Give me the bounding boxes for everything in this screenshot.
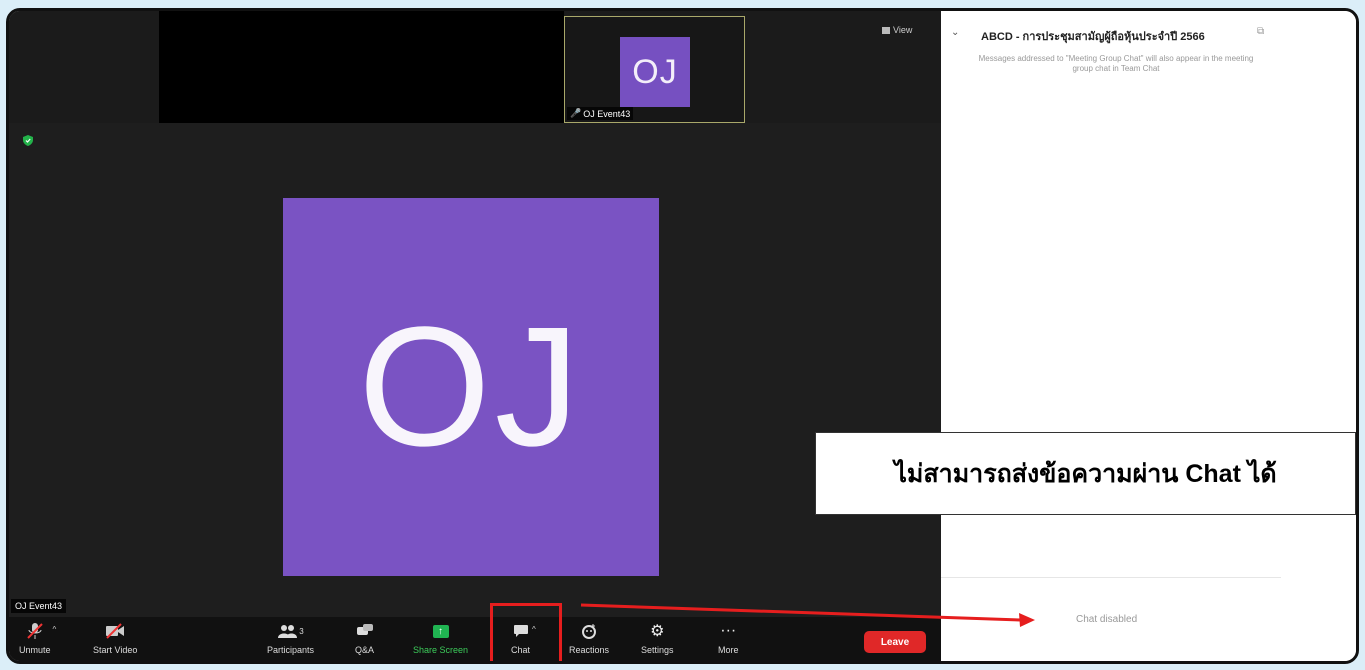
share-screen-label: Share Screen	[413, 645, 469, 655]
unmute-label: Unmute	[19, 645, 51, 655]
more-label: More	[718, 645, 739, 655]
start-video-button[interactable]: Start Video	[93, 621, 137, 655]
collapse-chevron-icon[interactable]: ⌄	[951, 27, 959, 38]
qa-label: Q&A	[355, 645, 375, 655]
share-screen-button[interactable]: ↑ Share Screen	[413, 621, 468, 655]
video-strip: OJ 🎤 OJ Event43 View	[9, 11, 941, 123]
thumbnail-avatar: OJ	[620, 37, 690, 107]
participant-thumbnail[interactable]: OJ 🎤 OJ Event43	[564, 16, 745, 123]
settings-label: Settings	[641, 645, 674, 655]
ellipsis-icon: ···	[720, 622, 737, 639]
muted-microphone-icon	[26, 621, 44, 641]
main-speaker-avatar: OJ	[283, 198, 659, 576]
empty-video-tile	[159, 11, 564, 123]
unmute-button[interactable]: Unmute ^	[19, 621, 56, 655]
participants-label: Participants	[267, 645, 315, 655]
chat-button-highlight	[490, 603, 562, 661]
chat-info-note: Messages addressed to "Meeting Group Cha…	[978, 54, 1254, 73]
chat-panel: ⌄ ABCD - การประชุมสามัญผู้ถือหุ้นประจำปี…	[941, 11, 1356, 661]
muted-mic-icon: 🎤	[570, 108, 582, 118]
security-shield-icon[interactable]	[23, 135, 33, 146]
speaker-name-tag: OJ Event43	[11, 599, 67, 613]
popout-icon[interactable]: ⧉	[1257, 26, 1264, 37]
emoji-plus-icon	[581, 621, 597, 641]
chat-disabled-status: Chat disabled	[1076, 614, 1138, 625]
leave-button[interactable]: Leave	[864, 631, 926, 653]
meeting-toolbar: Unmute ^ Start Video 3 Participants Q&A …	[9, 617, 941, 661]
view-button[interactable]: View	[882, 25, 912, 35]
chat-title: ABCD - การประชุมสามัญผู้ถือหุ้นประจำปี 2…	[981, 31, 1205, 43]
qa-button[interactable]: Q&A	[355, 621, 374, 655]
thumbnail-name-tag: 🎤 OJ Event43	[567, 107, 634, 120]
screenshot-frame: OJ 🎤 OJ Event43 View OJ OJ Event43 Unmut…	[6, 8, 1359, 664]
qa-chat-bubbles-icon	[356, 621, 374, 641]
participants-button[interactable]: 3 Participants	[267, 621, 314, 655]
video-off-icon	[105, 621, 125, 641]
meeting-area: OJ 🎤 OJ Event43 View OJ OJ Event43 Unmut…	[9, 11, 941, 661]
participants-icon: 3	[277, 621, 304, 641]
share-screen-icon: ↑	[432, 621, 449, 641]
gear-icon: ⚙	[650, 623, 665, 640]
thumbnail-name: OJ Event43	[583, 108, 631, 119]
participants-count: 3	[299, 626, 304, 636]
annotation-callout: ไม่สามารถส่งข้อความผ่าน Chat ได้	[815, 432, 1356, 515]
view-label: View	[893, 25, 913, 35]
reactions-button[interactable]: Reactions	[569, 621, 609, 655]
audio-options-caret-icon[interactable]: ^	[53, 625, 57, 634]
settings-button[interactable]: ⚙ Settings	[641, 621, 674, 655]
start-video-label: Start Video	[93, 645, 138, 655]
chat-input-divider	[941, 577, 1281, 578]
more-button[interactable]: ··· More	[718, 621, 739, 655]
reactions-label: Reactions	[569, 645, 610, 655]
grid-icon	[882, 26, 890, 34]
